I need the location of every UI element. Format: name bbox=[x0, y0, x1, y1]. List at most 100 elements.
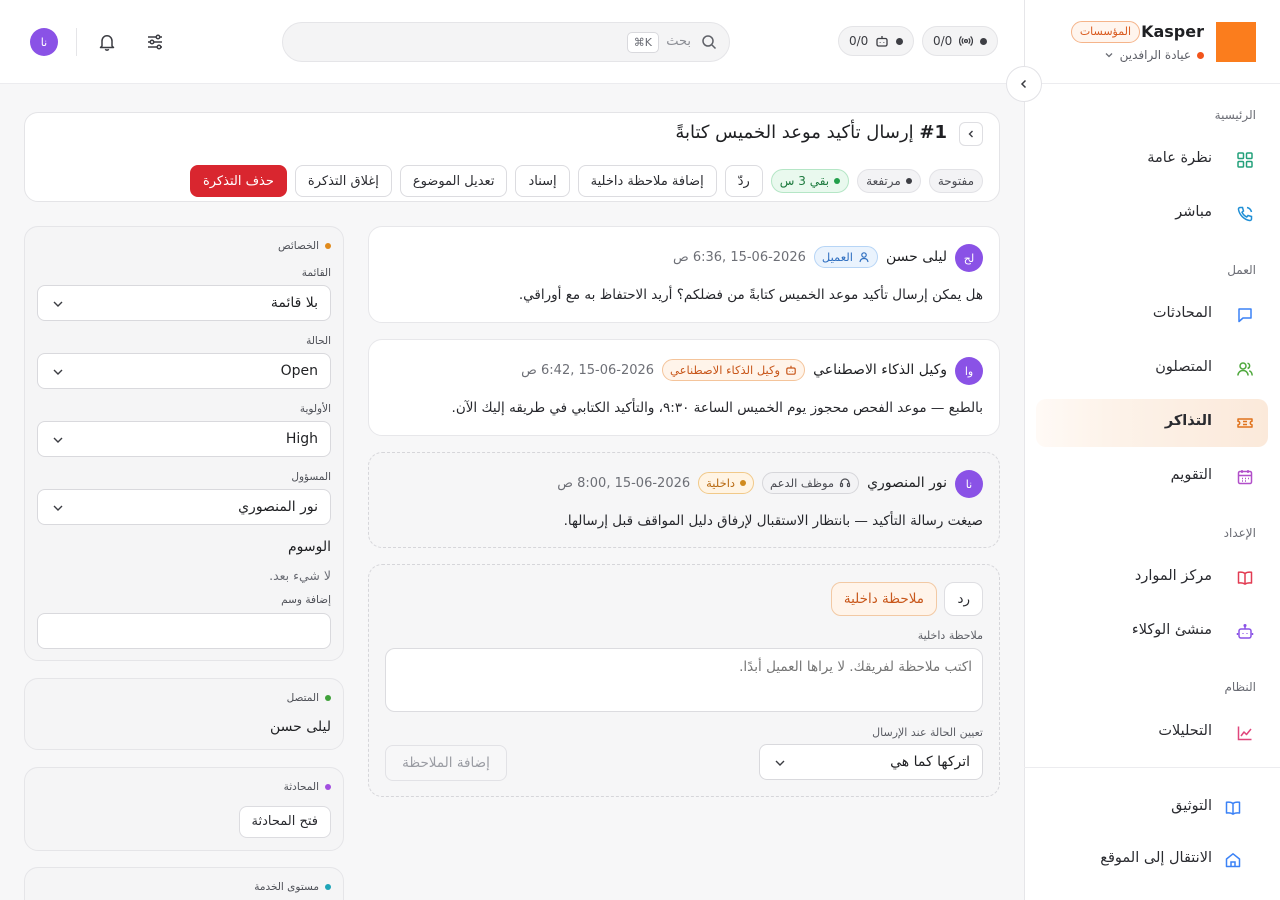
bell-icon[interactable] bbox=[95, 30, 119, 54]
robot-icon bbox=[1236, 623, 1254, 641]
avatar[interactable]: نا bbox=[30, 28, 58, 56]
brand-header: Kasper المؤسسات عيادة الرافدين bbox=[1024, 0, 1280, 84]
owner-label: المسؤول bbox=[291, 471, 331, 483]
section-dot bbox=[325, 243, 331, 249]
select-value: Open bbox=[280, 363, 318, 379]
brand-logo[interactable] bbox=[1216, 22, 1256, 62]
docs-icon bbox=[1224, 799, 1242, 817]
phone-icon bbox=[1236, 205, 1254, 223]
search-placeholder: بحث bbox=[666, 34, 691, 49]
sidebar-item-docs[interactable]: التوثيق bbox=[1036, 784, 1268, 832]
add-internal-note-button[interactable]: إضافة ملاحظة داخلية bbox=[577, 165, 717, 197]
priority-select[interactable]: High bbox=[37, 421, 331, 457]
card-title-text: المحادثة bbox=[283, 781, 319, 793]
internal-text: داخلية bbox=[706, 476, 736, 490]
list-select[interactable]: بلا قائمة bbox=[37, 285, 331, 321]
section-dot bbox=[325, 784, 331, 790]
top-bar: بحث ⌘K 0/0 0/0 نا bbox=[0, 0, 1024, 84]
message-header: ليلى حسن العميل 15-06-2026 ,6:36 ص bbox=[673, 246, 947, 268]
sidebar-item-go-to-site[interactable]: الانتقال إلى الموقع bbox=[1036, 836, 1268, 884]
add-tag-input[interactable] bbox=[37, 613, 331, 649]
status-on-send-select[interactable]: اتركها كما هي bbox=[759, 744, 983, 780]
add-note-button[interactable]: إضافة الملاحظة bbox=[385, 745, 507, 781]
sla-badge: بقي 3 س bbox=[770, 169, 850, 193]
card-title: المتصل bbox=[287, 692, 331, 704]
sliders-icon[interactable] bbox=[143, 30, 167, 54]
topbar-divider bbox=[76, 28, 77, 56]
role-badge: موظف الدعم bbox=[762, 472, 860, 494]
role-text: وكيل الذكاء الاصطناعي bbox=[670, 363, 781, 377]
agents-counter[interactable]: 0/0 bbox=[838, 26, 915, 56]
status-label: الحالة bbox=[306, 335, 331, 347]
note-textarea[interactable] bbox=[385, 648, 983, 712]
message-time: 15-06-2026 ,6:42 ص bbox=[521, 362, 655, 378]
sidebar-item-agent-builder[interactable]: منشئ الوكلاء bbox=[1036, 608, 1268, 656]
sidebar-item-conversations[interactable]: المحادثات bbox=[1036, 291, 1268, 339]
org-switcher[interactable]: عيادة الرافدين bbox=[1104, 48, 1204, 62]
select-value: اتركها كما هي bbox=[890, 754, 970, 770]
internal-dot bbox=[740, 480, 747, 486]
status-badge: مفتوحة bbox=[928, 169, 983, 193]
add-tag-label: إضافة وسم bbox=[281, 594, 331, 606]
ticket-header: #1 إرسال تأكيد موعد الخميس كتابةً مفتوحة… bbox=[24, 112, 1000, 202]
calls-counter[interactable]: 0/0 bbox=[922, 26, 999, 56]
open-conversation-button[interactable]: فتح المحادثة bbox=[238, 806, 331, 838]
search-input[interactable]: بحث ⌘K bbox=[282, 22, 730, 62]
robot-icon bbox=[785, 364, 797, 376]
robot-icon bbox=[875, 34, 889, 48]
message-body: هل يمكن إرسال تأكيد موعد الخميس كتابةً م… bbox=[518, 287, 983, 303]
user-icon bbox=[858, 251, 870, 263]
message-header: نور المنصوري موظف الدعم داخلية 15-06-202… bbox=[557, 472, 947, 494]
sidebar-item-label: التحليلات bbox=[1158, 723, 1212, 739]
sidebar-item-label: التقويم bbox=[1170, 467, 1212, 483]
close-ticket-button[interactable]: إغلاق التذكرة bbox=[294, 165, 392, 197]
sidebar-item-tickets[interactable]: التذاكر bbox=[1036, 399, 1268, 447]
edit-subject-button[interactable]: تعديل الموضوع bbox=[399, 165, 508, 197]
chevron-down-icon bbox=[52, 367, 64, 377]
reply-button[interactable]: ردّ bbox=[724, 165, 763, 197]
avatar: وا bbox=[955, 357, 983, 385]
sidebar-item-calendar[interactable]: التقويم bbox=[1036, 453, 1268, 501]
page-title: #1 إرسال تأكيد موعد الخميس كتابةً bbox=[675, 122, 947, 143]
ticket-tags: مفتوحة مرتفعة بقي 3 س ردّ إضافة ملاحظة د… bbox=[189, 165, 983, 197]
chat-icon bbox=[1236, 306, 1254, 324]
contact-name[interactable]: ليلى حسن bbox=[270, 719, 331, 735]
message-body: بالطبع — موعد الفحص محجوز يوم الخميس الس… bbox=[451, 400, 983, 416]
calls-count: 0/0 bbox=[933, 34, 953, 48]
sla-dot bbox=[834, 178, 841, 184]
delete-ticket-button[interactable]: حذف التذكرة bbox=[189, 165, 287, 197]
status-dot bbox=[896, 37, 904, 45]
tab-internal-note[interactable]: ملاحظة داخلية bbox=[830, 582, 937, 616]
sidebar-item-contacts[interactable]: المتصلون bbox=[1036, 345, 1268, 393]
assign-button[interactable]: إسناد bbox=[515, 165, 570, 197]
message-header: وكيل الذكاء الاصطناعي وكيل الذكاء الاصطن… bbox=[521, 359, 947, 381]
broadcast-icon bbox=[959, 34, 974, 48]
select-value: نور المنصوري bbox=[238, 499, 318, 515]
message-body: صيغت رسالة التأكيد — بانتظار الاستقبال ل… bbox=[563, 513, 983, 529]
role-text: موظف الدعم bbox=[770, 476, 835, 490]
status-dot bbox=[980, 37, 988, 45]
home-icon bbox=[1224, 851, 1242, 869]
search-icon bbox=[701, 34, 717, 50]
back-button[interactable] bbox=[959, 122, 983, 146]
sidebar-item-analytics[interactable]: التحليلات bbox=[1036, 709, 1268, 757]
sidebar-item-label: نظرة عامة bbox=[1147, 150, 1212, 166]
status-select[interactable]: Open bbox=[37, 353, 331, 389]
note-composer: رد ملاحظة داخلية ملاحظة داخلية تعيين الح… bbox=[368, 564, 1000, 797]
chevron-down-icon bbox=[52, 299, 64, 309]
sidebar-item-live[interactable]: مباشر bbox=[1036, 190, 1268, 238]
message-ai-agent: وا وكيل الذكاء الاصطناعي وكيل الذكاء الا… bbox=[368, 339, 1000, 436]
role-text: العميل bbox=[821, 250, 853, 264]
sidebar: Kasper المؤسسات عيادة الرافدين الرئيسية … bbox=[1024, 0, 1280, 900]
tab-reply[interactable]: رد bbox=[944, 582, 983, 616]
collapse-sidebar-button[interactable] bbox=[1006, 66, 1042, 102]
search-shortcut: ⌘K bbox=[626, 32, 659, 53]
select-value: بلا قائمة bbox=[270, 295, 318, 311]
sidebar-item-resources[interactable]: مركز الموارد bbox=[1036, 554, 1268, 602]
card-title-text: الخصائص bbox=[278, 240, 319, 252]
users-icon bbox=[1236, 360, 1254, 378]
owner-select[interactable]: نور المنصوري bbox=[37, 489, 331, 525]
sidebar-item-overview[interactable]: نظرة عامة bbox=[1036, 136, 1268, 184]
sender-name: نور المنصوري bbox=[867, 475, 947, 491]
agents-count: 0/0 bbox=[849, 34, 869, 48]
